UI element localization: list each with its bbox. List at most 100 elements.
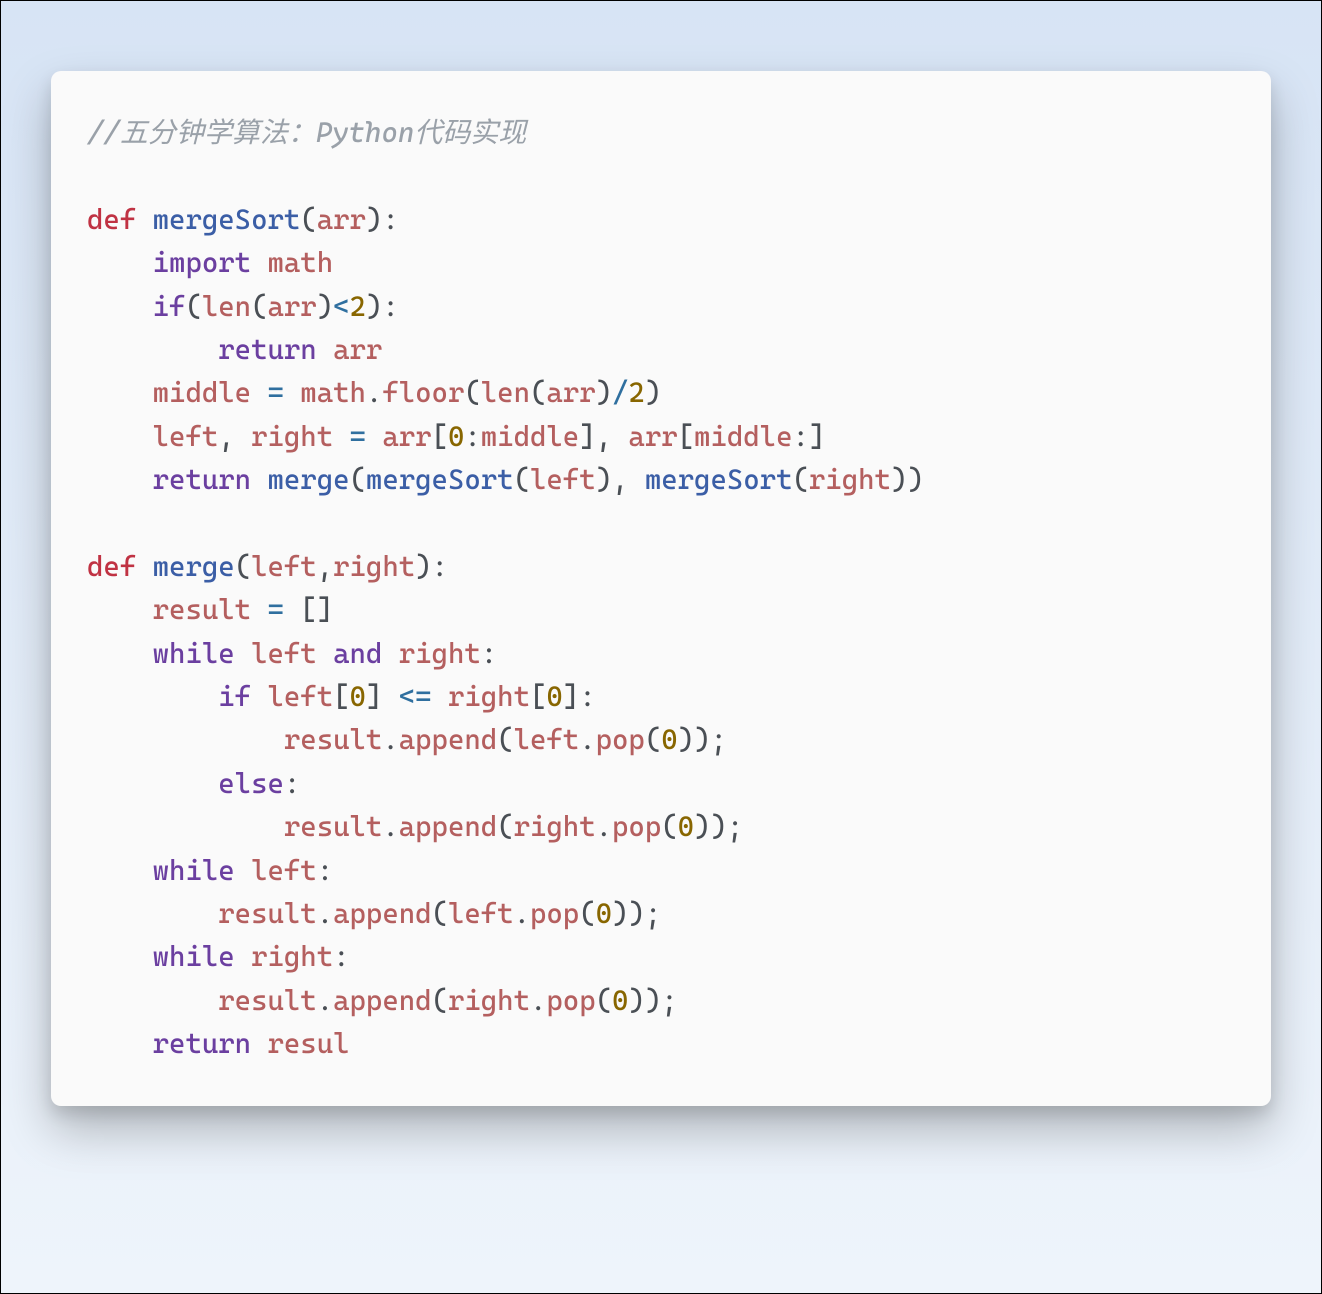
code-token: : — [432, 550, 448, 583]
code-token — [251, 463, 267, 496]
code-token: ) — [710, 810, 726, 843]
code-token: result — [284, 723, 382, 756]
code-token: right — [333, 550, 415, 583]
code-token: merge — [267, 463, 349, 496]
code-token — [333, 420, 349, 453]
code-token: . — [382, 810, 398, 843]
code-token — [432, 680, 448, 713]
code-token: 0 — [661, 723, 677, 756]
code-token — [235, 637, 251, 670]
code-token — [136, 550, 152, 583]
code-token — [87, 290, 153, 323]
code-line: return arr — [87, 333, 382, 366]
code-token: ( — [579, 897, 595, 930]
code-token: 2 — [350, 290, 366, 323]
code-block: //五分钟学算法：Python代码实现 def mergeSort(arr): … — [87, 111, 1235, 1066]
code-token: ) — [891, 463, 907, 496]
code-token — [251, 1027, 267, 1060]
code-token: [ — [333, 680, 349, 713]
code-token: <= — [399, 680, 432, 713]
code-token: append — [333, 897, 431, 930]
code-token: : — [333, 940, 349, 973]
code-token: pop — [546, 984, 595, 1017]
code-token: mergeSort — [645, 463, 793, 496]
code-token: def — [87, 203, 136, 236]
code-token — [87, 637, 153, 670]
code-token — [317, 333, 333, 366]
code-token: ; — [661, 984, 677, 1017]
code-token: ( — [432, 984, 448, 1017]
code-token: right — [514, 810, 596, 843]
code-token — [87, 680, 218, 713]
code-token — [235, 854, 251, 887]
code-line: while right: — [87, 940, 350, 973]
code-token: while — [153, 854, 235, 887]
code-token — [235, 940, 251, 973]
code-token: ] — [366, 680, 382, 713]
code-token: mergeSort — [153, 203, 301, 236]
code-token — [87, 333, 218, 366]
code-token: . — [579, 723, 595, 756]
code-token: ( — [596, 984, 612, 1017]
code-token: ) — [645, 376, 661, 409]
code-token: ) — [694, 723, 710, 756]
code-line: //五分钟学算法：Python代码实现 — [87, 116, 526, 149]
code-token: : — [481, 637, 497, 670]
code-token — [87, 984, 218, 1017]
code-token: : — [317, 854, 333, 887]
code-token: . — [530, 984, 546, 1017]
code-line: result.append(right.pop(0)); — [87, 984, 678, 1017]
code-token: ( — [530, 376, 546, 409]
code-token: arr — [628, 420, 677, 453]
code-token: mergeSort — [366, 463, 514, 496]
code-token: else — [218, 767, 284, 800]
code-token — [87, 593, 153, 626]
code-token: left — [530, 463, 596, 496]
code-token: right — [251, 940, 333, 973]
code-token: = — [267, 376, 283, 409]
code-token: ) — [628, 984, 644, 1017]
code-token — [87, 854, 153, 887]
code-token: , — [317, 550, 333, 583]
code-token: left — [251, 637, 317, 670]
code-token: arr — [267, 290, 316, 323]
code-token: ] — [579, 420, 595, 453]
code-token: : — [792, 420, 808, 453]
code-token: middle — [481, 420, 579, 453]
code-token: if — [153, 290, 186, 323]
code-token: resul — [267, 1027, 349, 1060]
code-token: ( — [661, 810, 677, 843]
code-token: . — [596, 810, 612, 843]
code-token: ) — [907, 463, 923, 496]
code-token: < — [333, 290, 349, 323]
code-token: ) — [366, 290, 382, 323]
code-token — [87, 376, 153, 409]
code-token: = — [350, 420, 366, 453]
code-token — [87, 723, 284, 756]
code-token: import — [153, 246, 251, 279]
code-token: ) — [612, 897, 628, 930]
code-token — [382, 680, 398, 713]
code-token: 0 — [546, 680, 562, 713]
code-token: ; — [710, 723, 726, 756]
code-token: return — [218, 333, 316, 366]
code-token — [87, 1027, 153, 1060]
code-token: return — [153, 463, 251, 496]
code-token: ( — [350, 463, 366, 496]
code-token — [87, 767, 218, 800]
code-token: ) — [694, 810, 710, 843]
code-token: ) — [366, 203, 382, 236]
code-token: : — [284, 767, 300, 800]
code-token: , — [218, 420, 251, 453]
code-token — [317, 637, 333, 670]
code-token — [251, 376, 267, 409]
code-token: ) — [317, 290, 333, 323]
code-token: left — [251, 854, 317, 887]
code-token: arr — [546, 376, 595, 409]
code-line: if(len(arr)<2): — [87, 290, 399, 323]
code-token: left — [267, 680, 333, 713]
code-token: result — [218, 897, 316, 930]
code-token: left — [153, 420, 219, 453]
code-token: merge — [153, 550, 235, 583]
code-token: : — [382, 203, 398, 236]
